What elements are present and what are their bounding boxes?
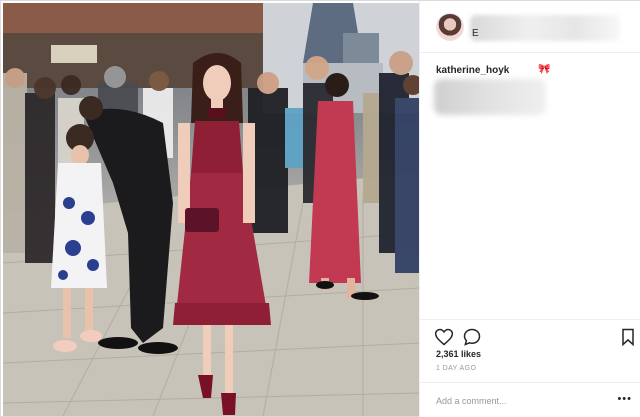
instagram-post-window: E katherine_hoyk 🎀 2,361 likes 1 DAY AGO… [0,0,640,417]
avatar[interactable] [436,13,464,41]
heart-icon[interactable] [434,327,454,347]
post-photo-illustration [3,3,419,416]
post-timestamp: 1 DAY AGO [436,365,477,372]
action-bar [420,319,640,351]
more-options-icon[interactable]: ••• [617,393,632,405]
blurred-header-region [470,15,620,41]
header-initial: E [472,28,479,39]
likes-count[interactable]: 2,361 likes [436,349,481,359]
blurred-comment-region [434,79,546,115]
caption-username[interactable]: katherine_hoyk [436,65,509,76]
bookmark-icon[interactable] [618,327,638,347]
caption-emoji: 🎀 [538,64,551,75]
post-photo[interactable] [3,3,419,416]
comment-input[interactable] [436,392,606,410]
speech-bubble-icon[interactable] [462,327,482,347]
comment-bar: ••• [420,382,640,417]
post-header: E [420,1,640,53]
post-info-panel: E katherine_hoyk 🎀 2,361 likes 1 DAY AGO… [419,1,640,417]
